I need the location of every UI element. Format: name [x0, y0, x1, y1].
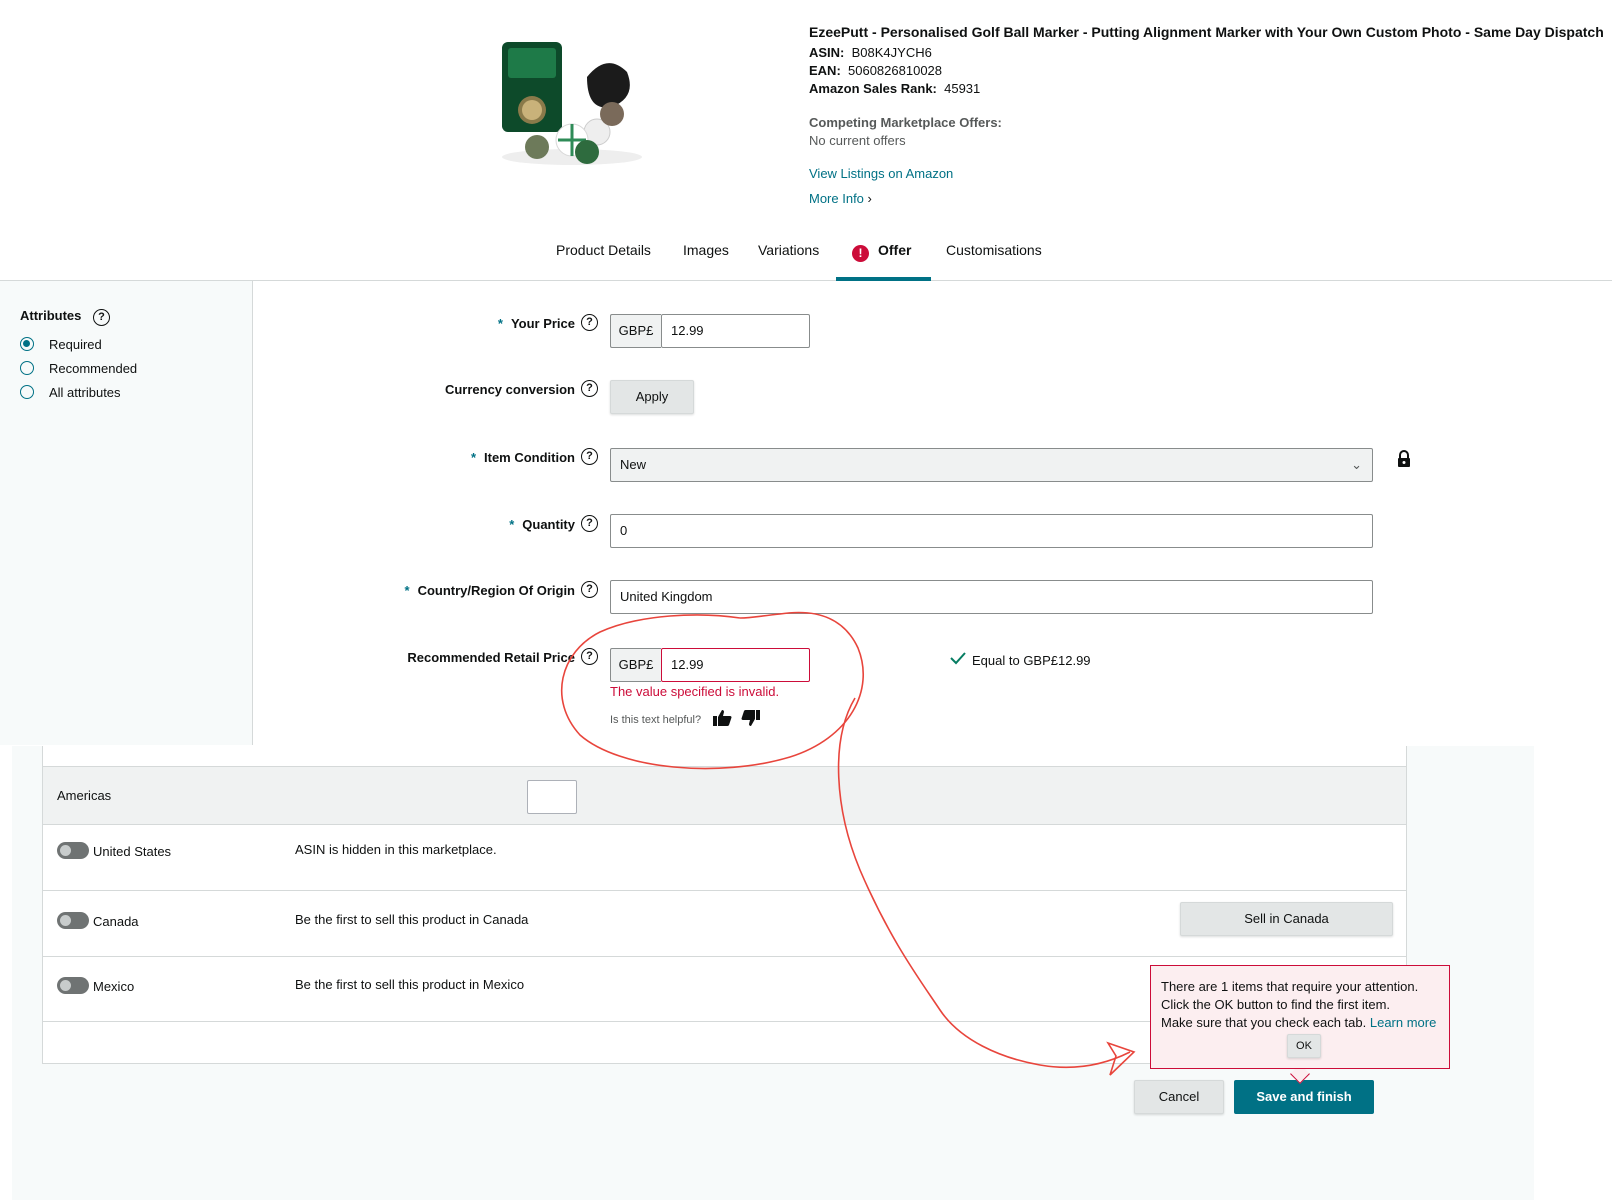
item-condition-value: New — [620, 457, 647, 472]
product-image — [492, 22, 652, 172]
more-info-link[interactable]: More Info › — [809, 191, 1609, 206]
radio-required[interactable]: Required — [20, 337, 102, 352]
popover-line-3: Make sure that you check each tab. — [1161, 1015, 1367, 1030]
marketplace-row-canada: Canada Be the first to sell this product… — [43, 892, 1406, 957]
marketplace-toggle[interactable] — [57, 842, 89, 859]
sales-rank-label: Amazon Sales Rank: — [809, 81, 937, 96]
chevron-right-icon: › — [867, 191, 872, 206]
marketplace-status: ASIN is hidden in this marketplace. — [295, 842, 497, 857]
your-price-label: * Your Price — [498, 316, 575, 331]
radio-button[interactable] — [20, 385, 34, 399]
attributes-heading: Attributes ? — [20, 308, 111, 326]
marketplace-row-us: United States ASIN is hidden in this mar… — [43, 826, 1406, 891]
rrp-input[interactable]: 12.99 — [661, 648, 810, 682]
currency-prefix: GBP£ — [610, 314, 661, 348]
learn-more-link[interactable]: Learn more — [1370, 1015, 1436, 1030]
attention-popover: There are 1 items that require your atte… — [1150, 965, 1450, 1069]
currency-conversion-label: Currency conversion — [444, 382, 575, 397]
radio-button[interactable] — [20, 337, 34, 351]
region-header: Americas — [43, 766, 1406, 825]
asin-value: B08K4JYCH6 — [851, 45, 932, 60]
rrp-error-text: The value specified is invalid. — [610, 684, 780, 699]
region-checkbox[interactable] — [527, 780, 577, 814]
radio-label: All attributes — [49, 385, 121, 400]
required-marker: * — [404, 583, 410, 598]
apply-button[interactable]: Apply — [610, 380, 694, 414]
sell-in-canada-button[interactable]: Sell in Canada — [1180, 902, 1393, 936]
help-icon[interactable]: ? — [581, 581, 598, 598]
helpful-prompt: Is this text helpful? — [610, 709, 761, 730]
attributes-sidebar: Attributes ? Required Recommended All at… — [0, 281, 253, 745]
tab-offer[interactable]: ! Offer — [836, 242, 931, 281]
quantity-label-text: Quantity — [522, 517, 575, 532]
more-info-label: More Info — [809, 191, 864, 206]
country-origin-label: * Country/Region Of Origin — [405, 583, 576, 598]
popover-line-3-wrap: Make sure that you check each tab. Learn… — [1161, 1014, 1439, 1032]
marketplace-name: Mexico — [93, 979, 135, 994]
radio-label: Recommended — [49, 361, 138, 376]
thumbs-up-icon[interactable] — [712, 710, 732, 730]
item-condition-select[interactable]: New ⌄ — [610, 448, 1373, 482]
product-title: EzeePutt - Personalised Golf Ball Marker… — [809, 24, 1604, 40]
radio-label: Required — [49, 337, 102, 352]
popover-line-2: Click the OK button to find the first it… — [1161, 997, 1391, 1012]
item-condition-label: * Item Condition — [471, 450, 575, 465]
save-and-finish-button[interactable]: Save and finish — [1234, 1080, 1374, 1114]
help-icon[interactable]: ? — [581, 515, 598, 532]
alert-icon: ! — [852, 245, 869, 262]
marketplace-name: Canada — [93, 914, 139, 929]
item-condition-label-text: Item Condition — [484, 450, 575, 465]
currency-prefix: GBP£ — [610, 648, 661, 682]
helpful-text: Is this text helpful? — [610, 714, 702, 726]
check-icon — [950, 651, 966, 670]
tab-variations[interactable]: Variations — [758, 242, 819, 281]
required-marker: * — [497, 316, 503, 331]
ean-value: 5060826810028 — [848, 63, 943, 78]
competing-offers-label: Competing Marketplace Offers: — [809, 115, 1002, 130]
competing-offers-value: No current offers — [809, 133, 906, 148]
marketplace-toggle[interactable] — [57, 977, 89, 994]
help-icon[interactable]: ? — [581, 380, 598, 397]
lock-icon — [1396, 450, 1412, 473]
tab-customisations[interactable]: Customisations — [946, 242, 1042, 281]
ean-label: EAN: — [809, 63, 841, 78]
required-marker: * — [509, 517, 515, 532]
chevron-down-icon: ⌄ — [1351, 457, 1362, 472]
tab-product-details[interactable]: Product Details — [556, 242, 651, 281]
tab-images[interactable]: Images — [683, 242, 729, 281]
ok-button[interactable]: OK — [1287, 1034, 1321, 1058]
radio-all-attributes[interactable]: All attributes — [20, 385, 121, 400]
region-label: Americas — [57, 788, 112, 803]
view-listings-link[interactable]: View Listings on Amazon — [809, 166, 1609, 181]
radio-button[interactable] — [20, 361, 34, 375]
required-marker: * — [470, 450, 476, 465]
popover-line-1: There are 1 items that require your atte… — [1161, 979, 1419, 994]
tab-bar: Product Details Images Variations ! Offer… — [0, 230, 1612, 281]
attributes-title: Attributes — [20, 308, 82, 323]
cancel-button[interactable]: Cancel — [1134, 1080, 1224, 1114]
your-price-label-text: Your Price — [510, 316, 575, 331]
quantity-label: * Quantity — [509, 517, 575, 532]
radio-recommended[interactable]: Recommended — [20, 361, 137, 376]
marketplace-status: Be the first to sell this product in Can… — [295, 912, 529, 927]
help-icon[interactable]: ? — [93, 309, 111, 326]
help-icon[interactable]: ? — [581, 648, 598, 665]
country-origin-label-text: Country/Region Of Origin — [417, 583, 575, 598]
sales-rank-value: 45931 — [944, 81, 981, 96]
marketplace-status: Be the first to sell this product in Mex… — [295, 977, 525, 992]
tab-offer-label: Offer — [878, 242, 912, 258]
asin-label: ASIN: — [809, 45, 845, 60]
quantity-input[interactable]: 0 — [610, 514, 1373, 548]
marketplace-toggle[interactable] — [57, 912, 89, 929]
your-price-input[interactable]: 12.99 — [661, 314, 810, 348]
help-icon[interactable]: ? — [581, 314, 598, 331]
thumbs-down-icon[interactable] — [741, 710, 761, 730]
rrp-equal-text: Equal to GBP£12.99 — [972, 653, 1091, 668]
rrp-label: Recommended Retail Price — [407, 650, 575, 665]
country-origin-input[interactable]: United Kingdom — [610, 580, 1373, 614]
product-info: EzeePutt - Personalised Golf Ball Marker… — [809, 22, 1609, 206]
help-icon[interactable]: ? — [581, 448, 598, 465]
marketplace-name: United States — [93, 844, 172, 859]
